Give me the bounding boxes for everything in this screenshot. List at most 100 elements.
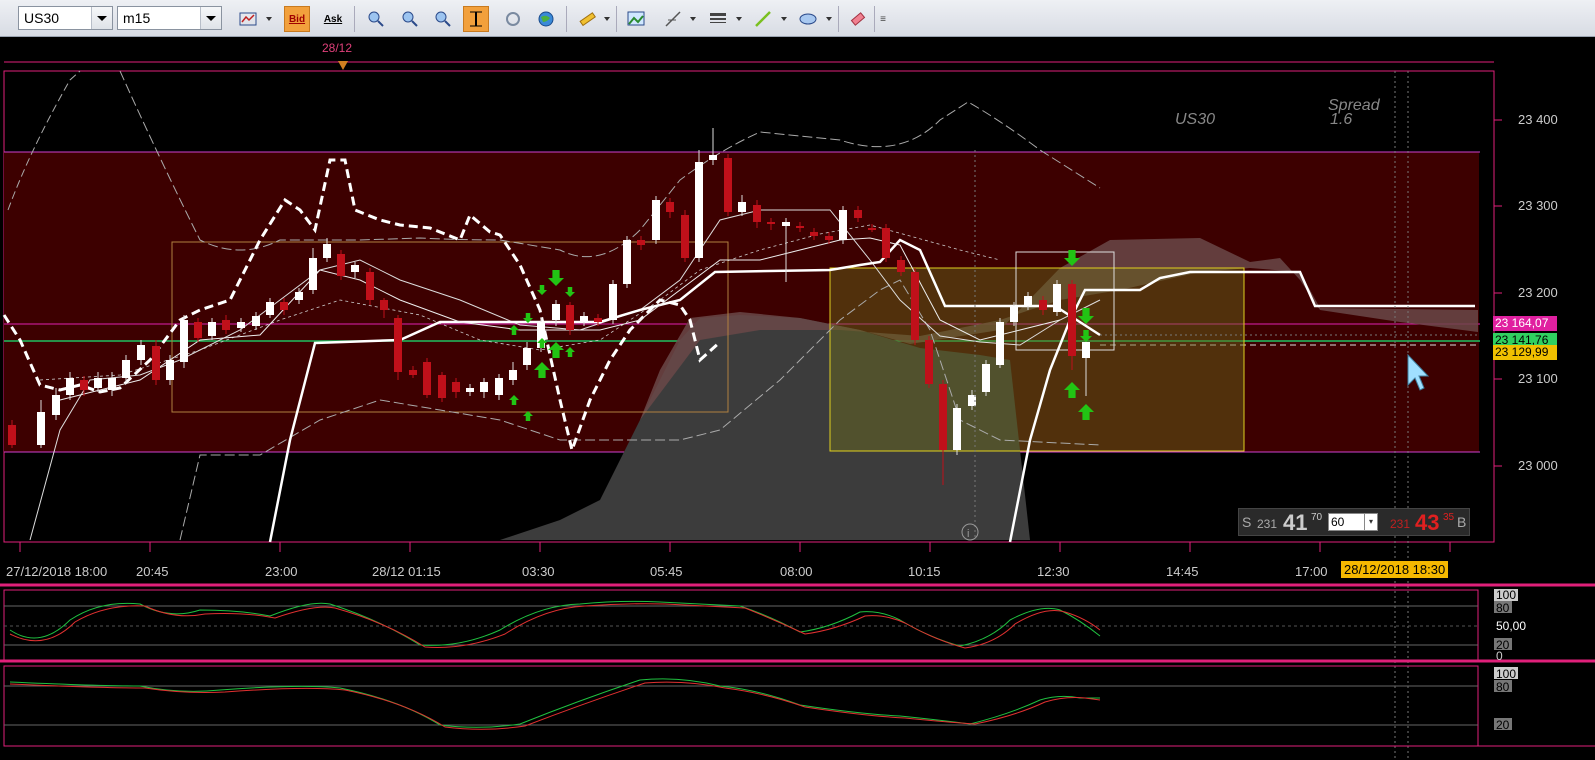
candle-body [166,360,174,380]
candle-body [351,265,359,272]
toolbar-separator [616,6,617,32]
candle-body [939,384,947,450]
buy-price-sup[interactable]: 35 [1443,512,1454,523]
candle-body [925,340,933,384]
chart-type-button[interactable] [235,6,261,32]
candle-body [452,382,460,392]
candle-body [724,158,732,212]
more-tools-button[interactable]: ≡ [876,6,890,32]
sell-price-sup[interactable]: 70 [1311,512,1322,523]
candle-body [52,395,60,415]
candle-body [652,200,660,240]
line-width-button[interactable] [705,6,731,32]
symbol-select[interactable]: US30 [18,6,113,30]
candle-body [738,202,746,212]
ruler-button[interactable] [574,6,600,32]
ask-button-label: Ask [323,13,343,25]
candle-body [868,228,876,230]
candle-body [280,302,288,310]
candle-body [466,388,474,392]
candle-body [982,364,990,392]
candle-body [423,362,431,395]
bid-button[interactable]: Bid [284,6,310,32]
toolbar: US30 m15 Bid Ask ≡ [0,0,1595,37]
eraser-button[interactable] [845,6,871,32]
crosshair-button[interactable] [463,6,489,32]
time-axis-label: 27/12/2018 18:00 [6,564,107,579]
candle-body [380,300,388,310]
candle-body [1082,342,1090,358]
candle-body [1039,300,1047,310]
candle-body [509,370,517,380]
sell-price-prefix[interactable]: 231 [1257,517,1277,531]
candle-body [810,232,818,236]
candle-body [854,210,862,218]
globe-button[interactable] [533,6,559,32]
chevron-down-icon[interactable] [690,17,696,21]
chevron-down-icon[interactable] [736,17,742,21]
candle-body [825,236,833,240]
candle-body [637,240,645,245]
price-tag-yellow: 23 129,99 [1493,345,1557,360]
shape-button[interactable] [795,6,821,32]
time-ticks [19,542,1451,552]
chevron-down-icon[interactable] [266,17,272,21]
spin-icon[interactable]: ▾ [1364,514,1377,530]
candle-body [523,348,531,365]
zoom-in-icon [368,11,384,27]
price-tag-magenta-value: 23 164,07 [1495,316,1549,330]
chevron-down-icon[interactable] [91,7,112,29]
time-axis-label: 17:00 [1295,564,1328,579]
chevron-down-icon[interactable] [826,17,832,21]
osc1-level-0: 0 [1496,649,1503,663]
chart-area[interactable]: i US30 Spread 1.6 28/12 23 400 23 300 23… [0,37,1595,760]
osc1-level-80: 80 [1496,601,1510,615]
picture-icon [627,11,645,26]
price-tag-yellow-value: 23 129,99 [1495,345,1549,359]
candle-body [438,375,446,398]
fibonacci-button[interactable] [660,6,686,32]
candle-body [37,412,45,445]
candle-body [839,210,847,240]
time-axis-label: 28/12 01:15 [372,564,441,579]
lot-size-input[interactable]: 60 ▾ [1328,513,1378,531]
buy-price-prefix[interactable]: 231 [1390,517,1410,531]
chevron-down-icon[interactable] [604,17,610,21]
candle-body [1010,306,1018,322]
sell-label[interactable]: S [1242,514,1251,530]
candle-body [753,205,761,222]
ask-button[interactable]: Ask [320,6,346,32]
eraser-icon [850,12,866,26]
autoscroll-button[interactable] [430,6,456,32]
date-marker-icon [338,61,348,70]
sell-price-big[interactable]: 41 [1283,510,1307,536]
chevron-down-icon[interactable] [781,17,787,21]
osc2-level-80: 80 [1496,680,1510,694]
candle-body [122,360,130,378]
line-width-icon [710,13,726,23]
candle-body [108,378,116,390]
symbol-watermark: US30 [1175,111,1215,128]
candle-body [996,322,1004,365]
zoom-out-button[interactable] [397,6,423,32]
buy-label[interactable]: B [1457,514,1466,530]
refresh-button[interactable] [500,6,526,32]
more-tools-icon: ≡ [880,13,886,25]
candle-body [66,378,74,395]
buy-price-big[interactable]: 43 [1415,510,1439,536]
timeframe-select-value: m15 [123,10,151,26]
candle-body [580,316,588,322]
timeframe-select[interactable]: m15 [117,6,222,30]
candle-body [80,380,88,390]
zoom-in-button[interactable] [363,6,389,32]
info-icon-glyph: i [967,528,969,540]
chart-type-icon [239,12,257,26]
candle-body [8,425,16,445]
current-time-value: 28/12/2018 18:30 [1344,562,1446,577]
trendline-button[interactable] [750,6,776,32]
screenshot-button[interactable] [623,6,649,32]
time-axis-label: 08:00 [780,564,813,579]
chevron-down-icon[interactable] [200,7,221,29]
spread-value: 1.6 [1330,111,1352,128]
candle-body [94,378,102,388]
